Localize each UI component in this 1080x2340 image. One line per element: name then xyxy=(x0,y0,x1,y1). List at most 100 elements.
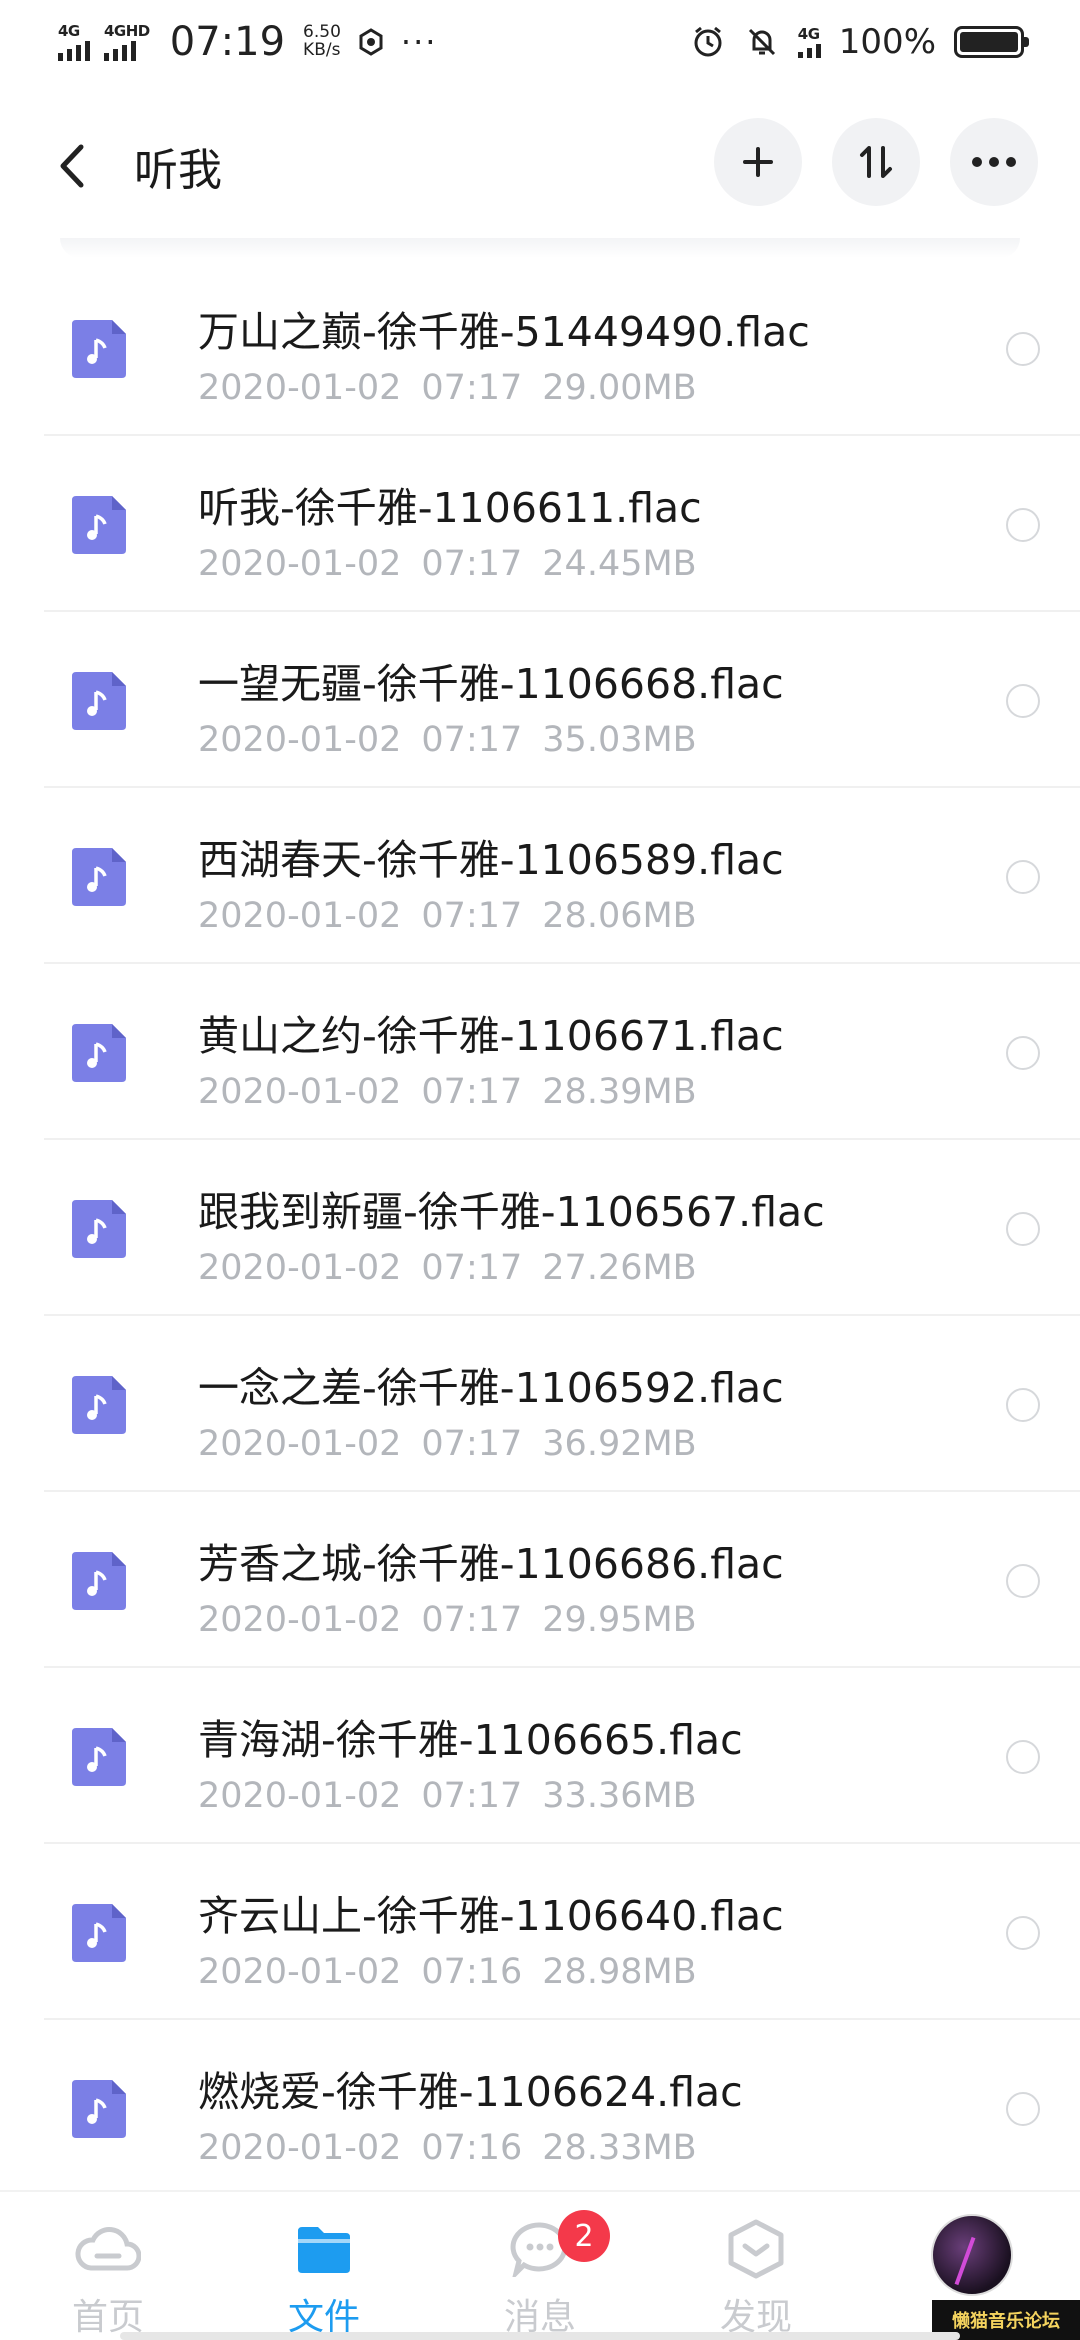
file-row[interactable]: 西湖春天-徐千雅-1106589.flac 2020-01-02 07:17 28.0… xyxy=(0,788,1080,964)
file-time: 07:17 xyxy=(421,720,523,760)
file-list: 万山之巅-徐千雅-51449490.flac 2020-01-02 07:17 29.… xyxy=(0,260,1080,2196)
file-meta: 齐云山上-徐千雅-1106640.flac 2020-01-02 07:16 28.9… xyxy=(198,1882,784,1992)
file-size: 35.03MB xyxy=(542,720,697,760)
select-radio[interactable] xyxy=(1006,2092,1040,2126)
app-notification-icon xyxy=(359,28,383,56)
back-icon[interactable] xyxy=(52,144,92,188)
avatar xyxy=(931,2214,1013,2296)
select-radio[interactable] xyxy=(1006,508,1040,542)
nav-home[interactable]: 首页 xyxy=(0,2192,216,2340)
signal-2: 4GHD xyxy=(104,23,150,61)
file-date: 2020-01-02 xyxy=(198,544,402,584)
file-details: 2020-01-02 07:17 24.45MB xyxy=(198,544,702,584)
file-details: 2020-01-02 07:17 29.95MB xyxy=(198,1600,784,1640)
file-details: 2020-01-02 07:17 33.36MB xyxy=(198,1776,743,1816)
music-file-icon xyxy=(72,1200,126,1258)
file-row[interactable]: 青海湖-徐千雅-1106665.flac 2020-01-02 07:17 33.36… xyxy=(0,1668,1080,1844)
file-date: 2020-01-02 xyxy=(198,1072,402,1112)
select-radio[interactable] xyxy=(1006,1388,1040,1422)
file-size: 29.00MB xyxy=(542,368,697,408)
file-row[interactable]: 一念之差-徐千雅-1106592.flac 2020-01-02 07:17 36.9… xyxy=(0,1316,1080,1492)
music-file-icon xyxy=(72,320,126,378)
file-name: 青海湖-徐千雅-1106665.flac xyxy=(198,1716,743,1764)
file-date: 2020-01-02 xyxy=(198,368,402,408)
file-meta: 万山之巅-徐千雅-51449490.flac 2020-01-02 07:17 29.… xyxy=(198,298,810,408)
file-meta: 听我-徐千雅-1106611.flac 2020-01-02 07:17 24.45M… xyxy=(198,474,702,584)
file-row[interactable]: 跟我到新疆-徐千雅-1106567.flac 2020-01-02 07:17 27.… xyxy=(0,1140,1080,1316)
music-file-icon xyxy=(72,496,126,554)
battery-percent: 100% xyxy=(838,22,936,62)
file-date: 2020-01-02 xyxy=(198,2128,402,2168)
file-name: 跟我到新疆-徐千雅-1106567.flac xyxy=(198,1188,825,1236)
nav-discover[interactable]: 发现 xyxy=(648,2192,864,2340)
file-time: 07:17 xyxy=(421,1424,523,1464)
file-meta: 跟我到新疆-徐千雅-1106567.flac 2020-01-02 07:17 27.… xyxy=(198,1178,825,1288)
status-bar: 4G 4GHD 07:19 6.50 KB/s ··· 4G 100% xyxy=(0,0,1080,84)
file-date: 2020-01-02 xyxy=(198,1952,402,1992)
select-radio[interactable] xyxy=(1006,1036,1040,1070)
network-speed: 6.50 KB/s xyxy=(303,22,341,60)
file-name: 齐云山上-徐千雅-1106640.flac xyxy=(198,1892,784,1940)
file-row[interactable]: 一望无疆-徐千雅-1106668.flac 2020-01-02 07:17 35.0… xyxy=(0,612,1080,788)
select-radio[interactable] xyxy=(1006,684,1040,718)
file-row[interactable]: 听我-徐千雅-1106611.flac 2020-01-02 07:17 24.45M… xyxy=(0,436,1080,612)
file-details: 2020-01-02 07:17 27.26MB xyxy=(198,1248,825,1288)
header-shadow xyxy=(60,238,1020,258)
file-time: 07:17 xyxy=(421,368,523,408)
file-details: 2020-01-02 07:16 28.98MB xyxy=(198,1952,784,1992)
music-file-icon xyxy=(72,1728,126,1786)
file-time: 07:17 xyxy=(421,544,523,584)
file-meta: 芳香之城-徐千雅-1106686.flac 2020-01-02 07:17 29.9… xyxy=(198,1530,784,1640)
plus-icon xyxy=(743,147,773,177)
discover-hexagon-icon xyxy=(721,2218,791,2280)
file-details: 2020-01-02 07:16 28.33MB xyxy=(198,2128,743,2168)
more-button[interactable] xyxy=(950,118,1038,206)
folder-icon xyxy=(289,2218,359,2280)
alarm-icon xyxy=(694,26,722,57)
page-title: 听我 xyxy=(134,145,222,196)
battery-fill xyxy=(960,32,1018,52)
nav-messages[interactable]: 消息 2 xyxy=(432,2192,648,2340)
signal-bars-icon xyxy=(797,43,821,58)
file-row[interactable]: 齐云山上-徐千雅-1106640.flac 2020-01-02 07:16 28.9… xyxy=(0,1844,1080,2020)
file-row[interactable]: 燃烧爱-徐千雅-1106624.flac 2020-01-02 07:16 28.33… xyxy=(0,2020,1080,2196)
file-details: 2020-01-02 07:17 35.03MB xyxy=(198,720,784,760)
select-radio[interactable] xyxy=(1006,1564,1040,1598)
sort-icon xyxy=(860,146,892,178)
unread-badge: 2 xyxy=(558,2210,610,2262)
nav-files[interactable]: 文件 xyxy=(216,2192,432,2340)
file-date: 2020-01-02 xyxy=(198,720,402,760)
file-row[interactable]: 芳香之城-徐千雅-1106686.flac 2020-01-02 07:17 29.9… xyxy=(0,1492,1080,1668)
select-radio[interactable] xyxy=(1006,1212,1040,1246)
file-meta: 燃烧爱-徐千雅-1106624.flac 2020-01-02 07:16 28.33… xyxy=(198,2058,743,2168)
file-meta: 一望无疆-徐千雅-1106668.flac 2020-01-02 07:17 35.0… xyxy=(198,650,784,760)
file-time: 07:17 xyxy=(421,1600,523,1640)
file-size: 36.92MB xyxy=(542,1424,697,1464)
select-radio[interactable] xyxy=(1006,332,1040,366)
sort-button[interactable] xyxy=(832,118,920,206)
more-dots-icon xyxy=(972,157,1016,167)
music-file-icon xyxy=(72,672,126,730)
add-button[interactable] xyxy=(714,118,802,206)
cloud-icon xyxy=(73,2218,143,2280)
music-file-icon xyxy=(72,1024,126,1082)
file-name: 一念之差-徐千雅-1106592.flac xyxy=(198,1364,784,1412)
file-time: 07:16 xyxy=(421,2128,523,2168)
file-meta: 西湖春天-徐千雅-1106589.flac 2020-01-02 07:17 28.0… xyxy=(198,826,784,936)
clock: 07:19 xyxy=(169,19,286,65)
music-file-icon xyxy=(72,1376,126,1434)
file-meta: 黄山之约-徐千雅-1106671.flac 2020-01-02 07:17 28.3… xyxy=(198,1002,784,1112)
select-radio[interactable] xyxy=(1006,860,1040,894)
select-radio[interactable] xyxy=(1006,1916,1040,1950)
file-name: 听我-徐千雅-1106611.flac xyxy=(198,484,702,532)
music-file-icon xyxy=(72,1904,126,1962)
home-indicator xyxy=(120,2332,960,2340)
select-radio[interactable] xyxy=(1006,1740,1040,1774)
file-time: 07:17 xyxy=(421,1776,523,1816)
bottom-nav: 首页 文件 消息 2 发现 懒猫音乐论坛 xyxy=(0,2190,1080,2340)
file-size: 28.06MB xyxy=(542,896,697,936)
file-row[interactable]: 万山之巅-徐千雅-51449490.flac 2020-01-02 07:17 29.… xyxy=(0,260,1080,436)
music-file-icon xyxy=(72,848,126,906)
music-file-icon xyxy=(72,1552,126,1610)
file-row[interactable]: 黄山之约-徐千雅-1106671.flac 2020-01-02 07:17 28.3… xyxy=(0,964,1080,1140)
